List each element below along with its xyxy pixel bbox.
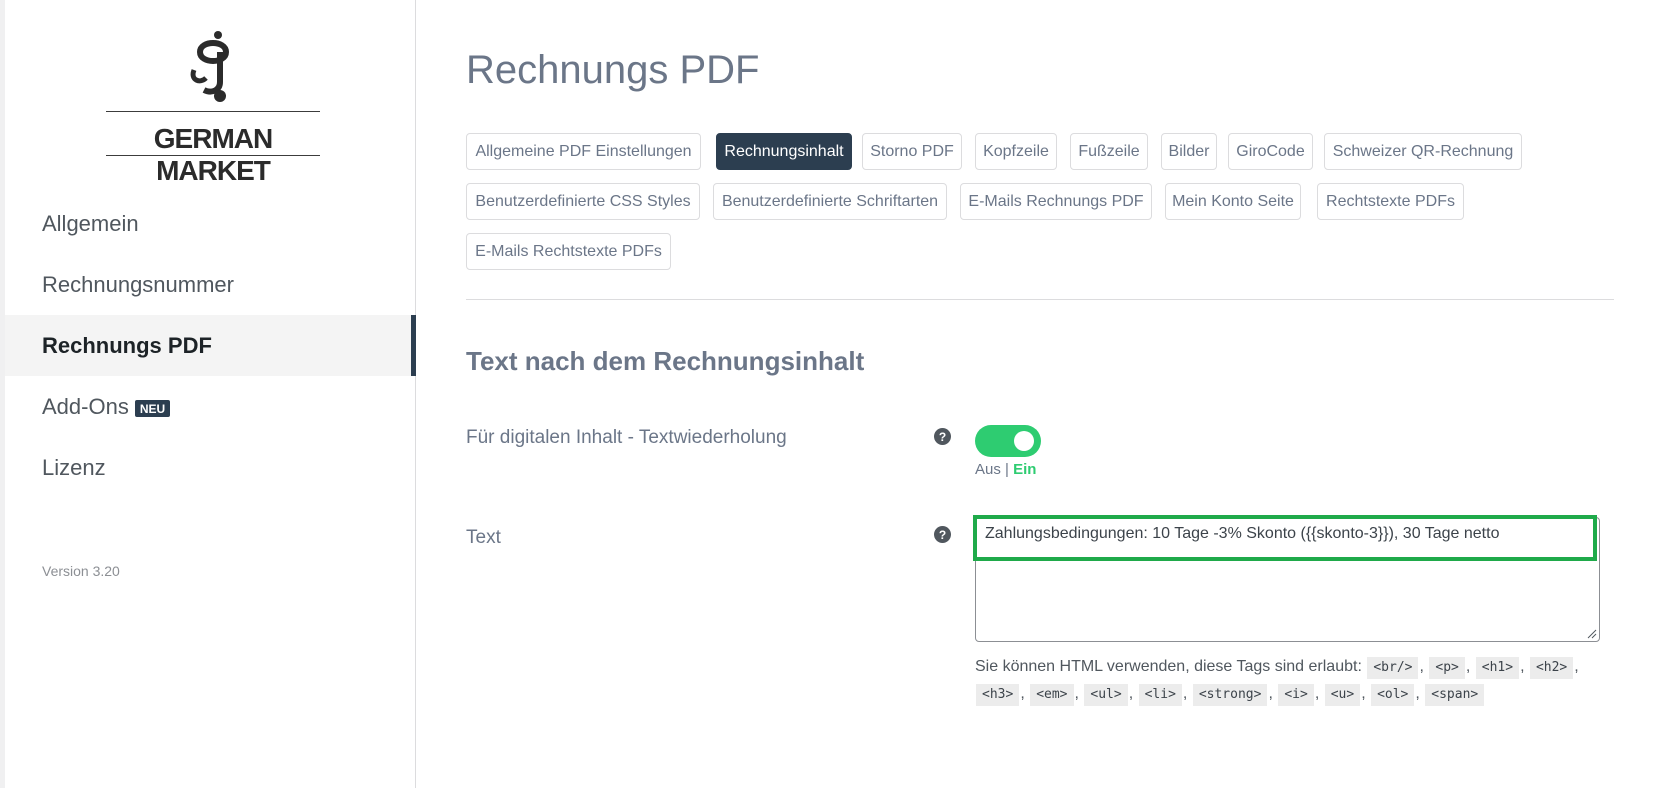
allowed-tag: <ul> [1084,684,1128,706]
logo-rule-bottom [106,155,320,156]
tab-schweizer-qr-rechnung[interactable]: Schweizer QR-Rechnung [1324,133,1522,170]
toggle-knob [1014,431,1034,451]
tab-benutzerdefinierte-css-styles[interactable]: Benutzerdefinierte CSS Styles [466,183,700,220]
sidebar-item-lizenz[interactable]: Lizenz [5,437,416,498]
tab-e-mails-rechtstexte-pdfs[interactable]: E-Mails Rechtstexte PDFs [466,233,671,270]
help-icon[interactable]: ? [934,526,951,543]
digital-content-label: Für digitalen Inhalt - Textwiederholung [466,427,787,448]
sidebar-nav: Allgemein Rechnungsnummer Rechnungs PDF … [5,193,416,498]
logo-rule-top [106,111,320,112]
allowed-tag: <br/> [1367,657,1419,679]
sidebar-item-label: Rechnungs PDF [42,332,212,358]
allowed-tags-hint: Sie können HTML verwenden, diese Tags si… [975,653,1595,707]
main-content: Rechnungs PDF Allgemeine PDF Einstellung… [466,0,1616,788]
tab-e-mails-rechnungs-pdf[interactable]: E-Mails Rechnungs PDF [960,183,1152,220]
allowed-tag: <strong> [1192,684,1268,706]
section-title: Text nach dem Rechnungsinhalt [466,346,865,376]
allowed-tag: <em> [1030,684,1074,706]
tab-fusszeile[interactable]: Fußzeile [1070,133,1148,170]
allowed-tag: <li> [1138,684,1182,706]
toggle-separator: | [1005,461,1009,478]
textarea-value: Zahlungsbedingungen: 10 Tage -3% Skonto … [985,525,1500,542]
tab-girocode[interactable]: GiroCode [1228,133,1313,170]
hint-text: Sie können HTML verwenden, diese Tags si… [975,658,1362,675]
allowed-tag: <h2> [1529,657,1574,679]
sidebar-item-rechnungsnummer[interactable]: Rechnungsnummer [5,254,416,315]
help-icon[interactable]: ? [934,428,951,445]
allowed-tag: <h1> [1475,657,1520,679]
sidebar-item-allgemein[interactable]: Allgemein [5,193,416,254]
text-field-label: Text [466,527,501,548]
allowed-tag: <span> [1425,684,1485,706]
toggle-on-label: Ein [1013,461,1037,478]
tab-bilder[interactable]: Bilder [1161,133,1217,170]
sidebar-item-label: Rechnungsnummer [42,271,234,297]
digital-content-toggle[interactable] [975,425,1041,457]
section-divider [466,299,1614,300]
sidebar: GERMAN MARKET Allgemein Rechnungsnummer … [5,0,416,788]
sidebar-item-label: Lizenz [42,454,106,480]
tab-rechtstexte-pdfs[interactable]: Rechtstexte PDFs [1317,183,1464,220]
page-title: Rechnungs PDF [466,48,760,92]
tab-benutzerdefinierte-schriftarten[interactable]: Benutzerdefinierte Schriftarten [713,183,947,220]
german-market-logo: GERMAN MARKET [100,30,326,186]
sidebar-item-rechnungs-pdf[interactable]: Rechnungs PDF [5,315,416,376]
resize-grip-icon[interactable] [1587,629,1597,639]
allowed-tag: <u> [1324,684,1361,706]
sidebar-item-label: Add-Ons [42,393,129,419]
tab-allgemeine-pdf-einstellungen[interactable]: Allgemeine PDF Einstellungen [466,133,701,170]
allowed-tag: <ol> [1371,684,1415,706]
allowed-tag: <p> [1429,657,1465,679]
sidebar-item-add-ons[interactable]: Add-Ons NEU [5,376,416,437]
text-textarea[interactable]: Zahlungsbedingungen: 10 Tage -3% Skonto … [973,515,1600,642]
toggle-off-label: Aus [975,461,1001,478]
allowed-tag: <i> [1278,684,1314,706]
sidebar-item-label: Allgemein [42,210,139,236]
tab-kopfzeile[interactable]: Kopfzeile [975,133,1057,170]
new-badge: NEU [134,400,171,417]
logo-mark-icon [190,31,230,102]
toggle-caption: Aus | Ein [975,461,1036,478]
tab-mein-konto-seite[interactable]: Mein Konto Seite [1165,183,1301,220]
tab-storno-pdf[interactable]: Storno PDF [862,133,962,170]
allowed-tag: <h3> [976,684,1020,706]
tab-rechnungsinhalt[interactable]: Rechnungsinhalt [716,133,852,170]
version-label: Version 3.20 [42,563,120,579]
